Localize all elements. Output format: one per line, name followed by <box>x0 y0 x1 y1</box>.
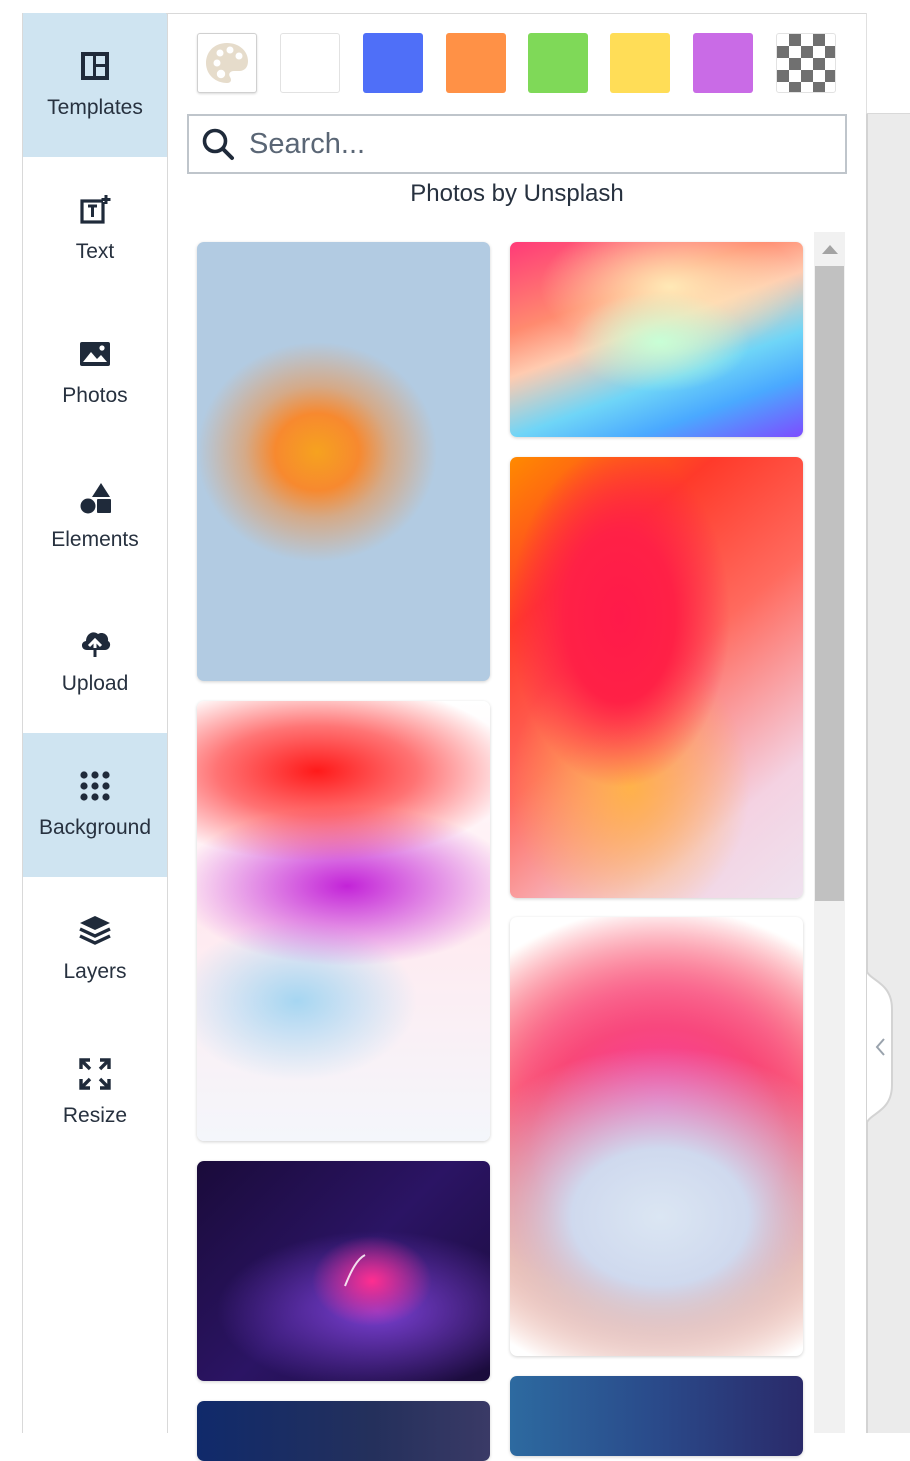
scrollbar-thumb[interactable] <box>815 266 844 901</box>
sidebar-item-photos[interactable]: Photos <box>23 301 167 445</box>
background-photo[interactable] <box>510 457 803 898</box>
templates-icon <box>81 52 109 80</box>
upload-icon <box>81 632 111 657</box>
background-photo[interactable] <box>510 1376 803 1456</box>
workspace-edge <box>866 114 868 1433</box>
photo-credit: Photos by Unsplash <box>410 180 624 207</box>
workspace-canvas <box>866 114 910 1433</box>
search-icon <box>202 128 234 160</box>
background-photo[interactable] <box>510 917 803 1356</box>
text-icon <box>80 194 111 224</box>
sidebar-item-label: Resize <box>62 1104 128 1127</box>
swatch-orange[interactable] <box>446 33 506 93</box>
photo-highlight-stroke <box>344 1254 366 1287</box>
swatch-blue[interactable] <box>363 33 423 93</box>
triangle-up-icon <box>821 245 838 254</box>
background-photo[interactable] <box>197 242 490 681</box>
background-photo[interactable] <box>197 1161 490 1381</box>
background-photo[interactable] <box>197 1401 490 1461</box>
search-input[interactable] <box>247 126 831 162</box>
background-icon <box>80 771 110 801</box>
sidebar-item-text[interactable]: Text <box>23 157 167 301</box>
sidebar-item-background[interactable]: Background <box>23 733 167 877</box>
sidebar-item-resize[interactable]: Resize <box>23 1021 167 1165</box>
swatch-yellow[interactable] <box>610 33 670 93</box>
background-photo[interactable] <box>197 701 490 1141</box>
scroll-up-button[interactable] <box>814 232 845 266</box>
chevron-left-icon <box>865 968 893 1126</box>
collapse-panel-button[interactable] <box>865 968 896 1126</box>
color-swatch-row <box>197 33 842 95</box>
sidebar: Templates Text Photos Elements Upload Ba… <box>22 13 168 1433</box>
sidebar-item-label: Elements <box>51 528 139 551</box>
sidebar-item-label: Photos <box>62 384 128 407</box>
sidebar-item-label: Layers <box>63 960 127 983</box>
background-photo[interactable] <box>510 242 803 437</box>
elements-icon <box>80 483 111 514</box>
swatch-purple[interactable] <box>693 33 753 93</box>
photos-icon <box>80 342 110 366</box>
swatch-green[interactable] <box>528 33 588 93</box>
sidebar-item-label: Text <box>75 240 115 263</box>
sidebar-item-upload[interactable]: Upload <box>23 589 167 733</box>
layers-icon <box>79 916 111 945</box>
sidebar-item-elements[interactable]: Elements <box>23 445 167 589</box>
search-box <box>187 114 847 174</box>
swatch-transparent[interactable] <box>776 33 836 93</box>
sidebar-item-templates[interactable]: Templates <box>23 13 167 157</box>
palette-icon <box>206 43 248 83</box>
swatch-white[interactable] <box>280 33 340 93</box>
resize-icon <box>79 1058 111 1090</box>
panel-top-border <box>166 13 866 14</box>
toolbar-area <box>866 13 910 114</box>
sidebar-item-label: Templates <box>47 96 143 119</box>
palette-picker-button[interactable] <box>197 33 257 93</box>
sidebar-item-layers[interactable]: Layers <box>23 877 167 1021</box>
sidebar-item-label: Upload <box>61 672 129 695</box>
sidebar-item-label: Background <box>38 816 152 839</box>
